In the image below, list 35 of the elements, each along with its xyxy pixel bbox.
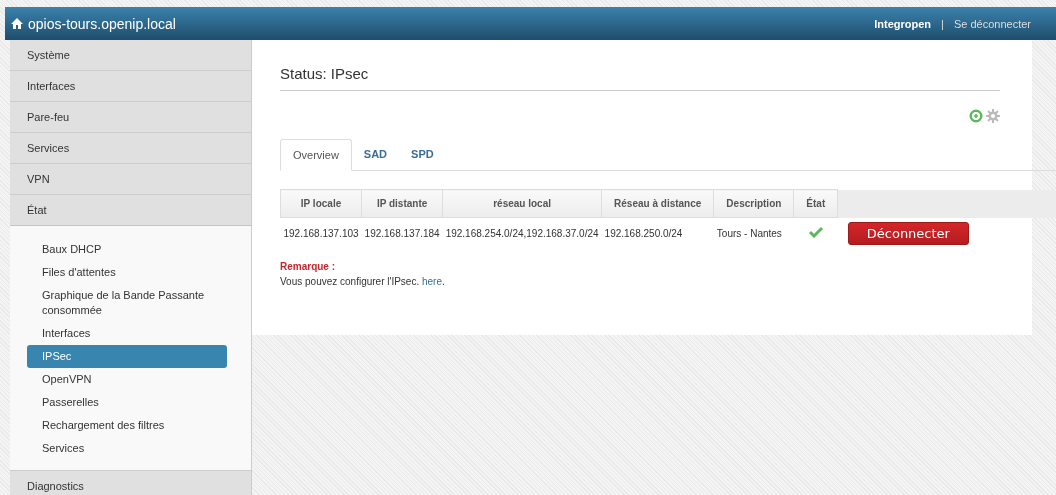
submenu-item[interactable]: Interfaces	[27, 322, 227, 345]
tab[interactable]: SPD	[399, 139, 446, 171]
submenu-item[interactable]: Files d'attentes	[27, 261, 227, 284]
host-link[interactable]: opios-tours.openip.local	[28, 15, 176, 32]
submenu-item[interactable]: IPSec	[27, 345, 227, 368]
table-cell: 192.168.137.184	[361, 217, 443, 249]
home-icon[interactable]	[11, 18, 23, 29]
remark-text: Vous pouvez configurer l'IPsec. here.	[280, 275, 446, 287]
tab[interactable]: Overview	[280, 139, 352, 171]
table-cell: 192.168.250.0/24	[601, 217, 714, 249]
column-header: Réseau à distance	[601, 189, 714, 218]
settings-icon[interactable]	[986, 109, 1000, 123]
submenu-item[interactable]: Graphique de la Bande Passante consommée	[27, 284, 227, 322]
column-header: réseau local	[442, 189, 602, 218]
separator-text: |	[941, 17, 944, 30]
submenu-item[interactable]: OpenVPN	[27, 368, 227, 391]
here-link[interactable]: here	[422, 275, 442, 287]
remark-label: Remarque :	[280, 260, 336, 272]
table-cell: 192.168.137.103	[280, 217, 362, 249]
tab[interactable]: SAD	[351, 139, 400, 171]
disconnect-button[interactable]: Déconnecter	[847, 221, 969, 245]
submenu-item[interactable]: Passerelles	[27, 391, 227, 414]
table-cell: Tours - Nantes	[713, 217, 794, 249]
column-header: Description	[713, 189, 794, 218]
user-name[interactable]: Integropen	[874, 17, 932, 30]
submenu-item[interactable]: Services	[27, 437, 227, 460]
submenu-item[interactable]: Rechargement des filtres	[27, 414, 227, 437]
submenu-item[interactable]: Baux DHCP	[27, 238, 227, 261]
logout-link[interactable]: Se déconnecter	[953, 17, 1031, 30]
page-title: Status: IPsec	[280, 65, 1000, 91]
column-header: État	[793, 189, 838, 218]
add-icon[interactable]	[969, 109, 983, 123]
column-header: IP distante	[361, 189, 443, 218]
column-header: IP locale	[280, 189, 362, 218]
table-cell: 192.168.254.0/24,192.168.37.0/24	[442, 217, 602, 249]
